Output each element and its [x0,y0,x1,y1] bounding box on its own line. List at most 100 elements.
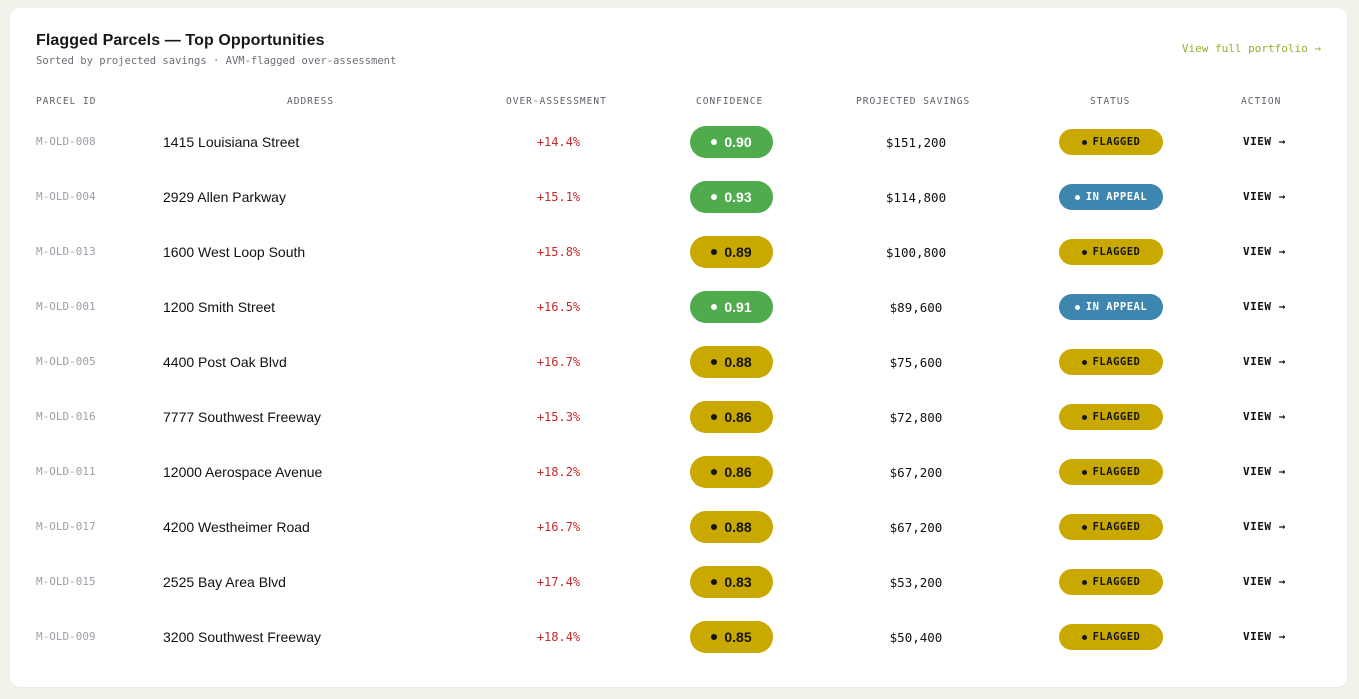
view-parcel-button[interactable]: VIEW → [1243,300,1286,313]
dot-icon [711,249,718,255]
dot-icon [711,579,718,585]
card-subtitle: Sorted by projected savings · AVM-flagge… [36,55,397,67]
card-title: Flagged Parcels — Top Opportunities [36,32,325,49]
confidence-badge: 0.89 [690,236,773,268]
parcel-address: 2525 Bay Area Blvd [163,574,286,590]
projected-savings-value: $50,400 [889,630,943,645]
parcel-id: M-OLD-005 [36,355,96,368]
dot-icon [1081,139,1087,145]
view-parcel-button[interactable]: VIEW → [1243,135,1286,148]
dot-icon [711,304,718,310]
confidence-value: 0.86 [724,409,752,425]
table-header: PARCEL ID ADDRESS OVER-ASSESSMENT CONFID… [10,96,1347,110]
header-projected-savings: PROJECTED SAVINGS [856,96,971,107]
status-label: FLAGGED [1092,576,1141,588]
over-assessment-value: +14.4% [536,135,581,149]
confidence-badge: 0.88 [690,346,773,378]
status-label: FLAGGED [1092,411,1141,423]
dot-icon [1081,359,1087,365]
status-label: IN APPEAL [1085,191,1148,203]
view-parcel-button[interactable]: VIEW → [1243,190,1286,203]
view-parcel-button[interactable]: VIEW → [1243,410,1286,423]
status-badge: IN APPEAL [1059,294,1163,320]
confidence-badge: 0.93 [690,181,773,213]
parcel-address: 2929 Allen Parkway [163,189,286,205]
status-badge: FLAGGED [1059,129,1163,155]
parcel-address: 4200 Westheimer Road [163,519,310,535]
dot-icon [711,414,718,420]
view-parcel-button[interactable]: VIEW → [1243,465,1286,478]
status-badge: FLAGGED [1059,569,1163,595]
view-parcel-button[interactable]: VIEW → [1243,575,1286,588]
status-badge: FLAGGED [1059,404,1163,430]
table-row: M-OLD-013 1600 West Loop South +15.8% 0.89 $… [10,224,1347,279]
header-address: ADDRESS [287,96,335,107]
projected-savings-value: $89,600 [889,300,943,315]
confidence-value: 0.88 [724,354,752,370]
status-badge: FLAGGED [1059,459,1163,485]
parcel-id: M-OLD-004 [36,190,96,203]
over-assessment-value: +18.4% [536,630,581,644]
dot-icon [1081,524,1087,530]
projected-savings-value: $151,200 [885,135,947,150]
confidence-value: 0.83 [724,574,752,590]
confidence-value: 0.86 [724,464,752,480]
confidence-badge: 0.85 [690,621,773,653]
confidence-value: 0.93 [724,189,752,205]
over-assessment-value: +16.7% [536,355,581,369]
view-parcel-button[interactable]: VIEW → [1243,355,1286,368]
status-label: FLAGGED [1092,521,1141,533]
dot-icon [711,634,718,640]
confidence-badge: 0.83 [690,566,773,598]
status-label: FLAGGED [1092,136,1141,148]
header-confidence: CONFIDENCE [696,96,764,107]
confidence-value: 0.91 [724,299,752,315]
parcel-address: 1600 West Loop South [163,244,306,260]
table-row: M-OLD-004 2929 Allen Parkway +15.1% 0.93 $11… [10,169,1347,224]
over-assessment-value: +17.4% [536,575,581,589]
dot-icon [1074,194,1080,200]
confidence-badge: 0.90 [690,126,773,158]
view-parcel-button[interactable]: VIEW → [1243,520,1286,533]
view-full-portfolio-link[interactable]: View full portfolio → [1182,42,1321,55]
status-label: FLAGGED [1092,246,1141,258]
confidence-badge: 0.91 [690,291,773,323]
projected-savings-value: $75,600 [889,355,943,370]
status-badge: FLAGGED [1059,624,1163,650]
dot-icon [1081,469,1087,475]
table-row: M-OLD-005 4400 Post Oak Blvd +16.7% 0.88 $75… [10,334,1347,389]
view-parcel-button[interactable]: VIEW → [1243,630,1286,643]
parcel-id: M-OLD-009 [36,630,96,643]
header-over-assessment: OVER-ASSESSMENT [506,96,607,107]
parcel-id: M-OLD-013 [36,245,96,258]
parcel-address: 4400 Post Oak Blvd [163,354,287,370]
status-badge: FLAGGED [1059,239,1163,265]
table-row: M-OLD-015 2525 Bay Area Blvd +17.4% 0.83 $53… [10,554,1347,609]
confidence-value: 0.90 [724,134,752,150]
parcel-id: M-OLD-008 [36,135,96,148]
over-assessment-value: +15.1% [536,190,581,204]
status-label: IN APPEAL [1085,301,1148,313]
parcel-address: 1200 Smith Street [163,299,276,315]
over-assessment-value: +15.8% [536,245,581,259]
table-row: M-OLD-008 1415 Louisiana Street +14.4% 0.90… [10,114,1347,169]
table-row: M-OLD-016 7777 Southwest Freeway +15.3% 0.8… [10,389,1347,444]
status-label: FLAGGED [1092,466,1141,478]
header-action: ACTION [1241,96,1282,107]
flagged-parcels-card: Flagged Parcels — Top Opportunities Sort… [10,8,1347,687]
projected-savings-value: $67,200 [889,465,943,480]
projected-savings-value: $100,800 [885,245,947,260]
header-parcel-id: PARCEL ID [36,96,97,107]
confidence-badge: 0.86 [690,456,773,488]
over-assessment-value: +16.7% [536,520,581,534]
table-row: M-OLD-011 12000 Aerospace Avenue +18.2% 0.8… [10,444,1347,499]
confidence-value: 0.88 [724,519,752,535]
dot-icon [1081,414,1087,420]
table-row: M-OLD-009 3200 Southwest Freeway +18.4% 0.8… [10,609,1347,664]
dot-icon [711,524,718,530]
parcel-id: M-OLD-015 [36,575,96,588]
over-assessment-value: +18.2% [536,465,581,479]
projected-savings-value: $67,200 [889,520,943,535]
view-parcel-button[interactable]: VIEW → [1243,245,1286,258]
dot-icon [1074,304,1080,310]
